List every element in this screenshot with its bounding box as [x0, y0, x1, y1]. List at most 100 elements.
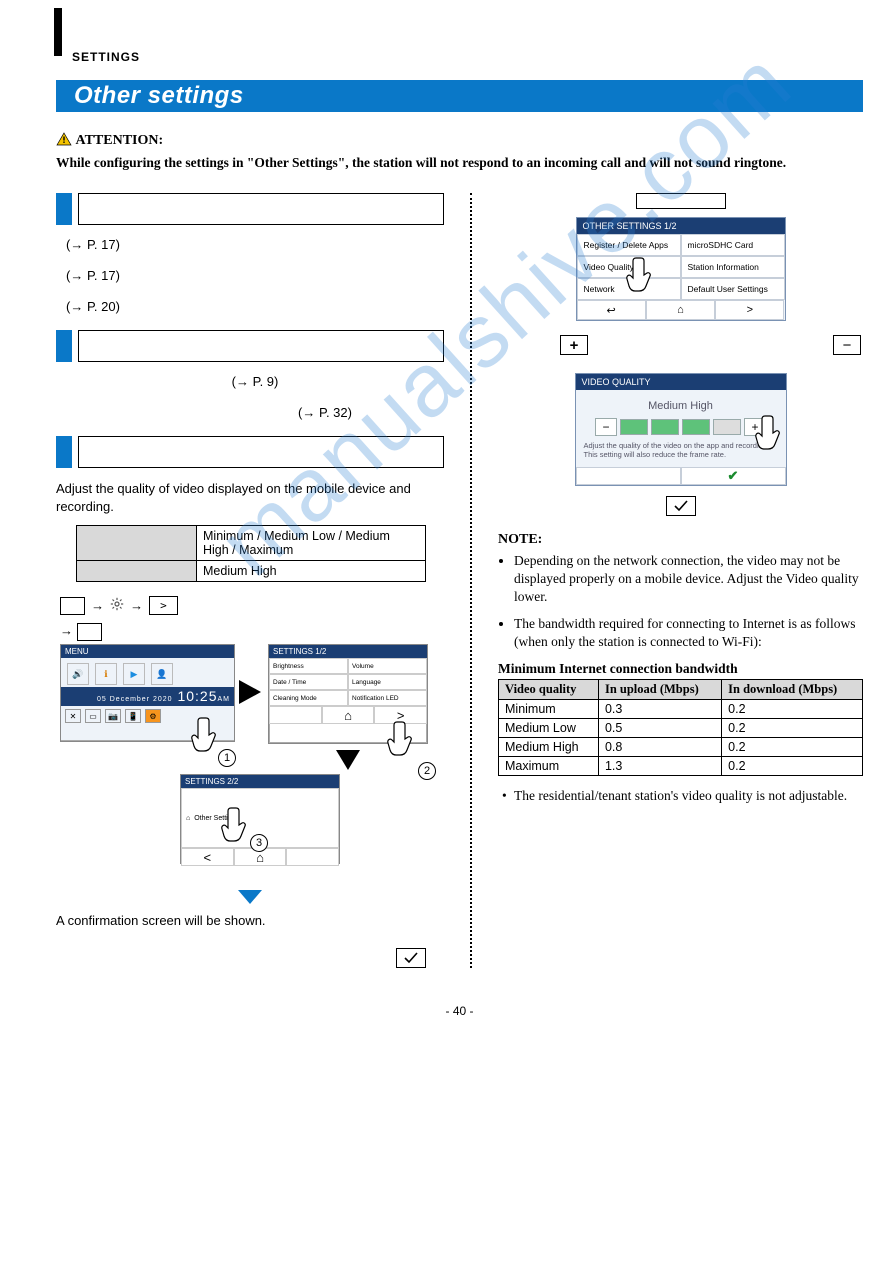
column-divider: [470, 193, 472, 968]
bandwidth-table: Video quality In upload (Mbps) In downlo…: [498, 679, 863, 776]
sub-heading-2: [56, 330, 444, 362]
page-ref-3: (→ P. 20): [66, 299, 444, 314]
note-item-2: The bandwidth required for connecting to…: [514, 615, 863, 651]
plus-icon-box: +: [560, 335, 588, 355]
section-tag: SETTINGS: [72, 20, 863, 64]
right-top-box: [636, 193, 726, 209]
minus-icon-box: −: [833, 335, 861, 355]
top-accent-bar: [54, 8, 62, 56]
play-icon: ▶: [123, 663, 145, 685]
video-quality-settings-table: Minimum / Medium Low / Medium High / Max…: [76, 525, 426, 582]
arrow-down-icon: [336, 750, 360, 770]
step-number-1: 1: [218, 749, 236, 767]
back-icon: [576, 467, 681, 485]
video-quality-intro: Adjust the quality of video displayed on…: [56, 480, 444, 515]
microsdhc-item: microSDHC Card: [681, 234, 785, 256]
bandwidth-table-title: Minimum Internet connection bandwidth: [498, 661, 863, 677]
camera-icon: 📷: [105, 709, 121, 723]
back-icon: ↩: [577, 300, 646, 320]
device-screens-diagram: MENU 🔊 ℹ ▶ 👤 05 December 2020 10:25AM ✕: [60, 644, 444, 884]
right-column: OTHER SETTINGS 1/2 Register / Delete App…: [498, 193, 863, 968]
default-user-settings-item: Default User Settings: [681, 278, 785, 300]
chevron-down-icon: [238, 890, 262, 904]
settings1-title: SETTINGS 1/2: [269, 645, 427, 658]
step-row: → → >: [60, 596, 444, 615]
note-item-1: Depending on the network connection, the…: [514, 552, 863, 607]
brightness-item: Brightness: [269, 658, 348, 674]
plus-minus-row: + −: [498, 335, 863, 355]
station-info-item: Station Information: [681, 256, 785, 278]
datetime-item: Date / Time: [269, 674, 348, 690]
clock-strip: 05 December 2020 10:25AM: [61, 687, 234, 706]
vq-seg-1: [620, 419, 648, 435]
register-delete-apps-item: Register / Delete Apps: [577, 234, 681, 256]
left-column: (→ P. 17) (→ P. 17) (→ P. 20) (→ P. 9) (…: [56, 193, 444, 968]
home-icon: ⌂: [646, 300, 715, 320]
account-icon: 👤: [151, 663, 173, 685]
note-title: NOTE:: [498, 532, 863, 548]
step-chip-2: [77, 623, 102, 641]
home-icon: ⌂: [322, 706, 375, 724]
note-final: The residential/tenant station's video q…: [498, 788, 863, 804]
bw-header-quality: Video quality: [499, 680, 599, 700]
step-number-2: 2: [418, 762, 436, 780]
vq-current-label: Medium High: [582, 396, 780, 418]
warning-icon: [56, 132, 72, 151]
sub-heading-1: [56, 193, 444, 225]
speaker-icon: 🔊: [67, 663, 89, 685]
step-chip-1: [60, 597, 85, 615]
vq-settings-label-cell: [77, 526, 197, 561]
bw-header-download: In download (Mbps): [722, 680, 863, 700]
other-settings-title: OTHER SETTINGS 1/2: [577, 218, 785, 234]
page-ref-1: (→ P. 17): [66, 237, 444, 252]
hand-pointer-icon: [754, 412, 790, 460]
settings2-title: SETTINGS 2/2: [181, 775, 339, 788]
page-ref-5: (→ P. 32): [206, 405, 444, 420]
gear-icon: ⚙: [145, 709, 161, 723]
attention-line: ATTENTION:: [56, 132, 863, 151]
minus-button: −: [595, 418, 617, 436]
note-list: Depending on the network connection, the…: [498, 552, 863, 651]
page-ref-4: (→ P. 9): [66, 374, 444, 389]
bw-header-upload: In upload (Mbps): [598, 680, 721, 700]
page-ref-2: (→ P. 17): [66, 268, 444, 283]
table-row: Medium High0.80.2: [499, 738, 863, 757]
language-item: Language: [348, 674, 427, 690]
table-row: Medium Low0.50.2: [499, 719, 863, 738]
video-quality-panel-mock: VIDEO QUALITY Medium High − + Adjust the…: [575, 373, 787, 486]
page-heading-text: Other settings: [56, 78, 863, 110]
vq-seg-2: [651, 419, 679, 435]
hand-pointer-icon: [386, 718, 422, 766]
table-row: Minimum0.30.2: [499, 700, 863, 719]
vq-desc: Adjust the quality of the video on the a…: [582, 436, 780, 461]
page-heading-ribbon: Other settings: [56, 78, 863, 114]
confirmation-text: A conﬁrmation screen will be shown.: [56, 912, 444, 930]
home-icon: ⌂: [186, 815, 190, 822]
page-number: - 40 -: [56, 1004, 863, 1018]
vq-default-value: Medium High: [197, 561, 426, 582]
cleaning-item: Cleaning Mode: [269, 690, 348, 706]
vq-panel-title: VIDEO QUALITY: [576, 374, 786, 390]
attention-label: ATTENTION:: [76, 133, 164, 148]
hand-pointer-icon: [625, 254, 661, 302]
arrow-right-icon: [239, 680, 261, 704]
check-icon-box: [396, 948, 426, 968]
ok-check-icon: ✔: [681, 467, 786, 485]
step-number-3: 3: [250, 834, 268, 852]
close-icon: ✕: [65, 709, 81, 723]
vq-seg-3: [682, 419, 710, 435]
next-icon: >: [715, 300, 784, 320]
info-icon: ℹ: [95, 663, 117, 685]
gear-icon: [110, 597, 124, 614]
vq-default-label-cell: [77, 561, 197, 582]
attention-text: While configuring the settings in "Other…: [56, 155, 863, 171]
vq-settings-value: Minimum / Medium Low / Medium High / Max…: [197, 526, 426, 561]
laptop-icon: ▭: [85, 709, 101, 723]
menu-title: MENU: [61, 645, 234, 658]
back-icon: [269, 706, 322, 724]
sub-heading-3: [56, 436, 444, 468]
next-icon-disabled: [286, 848, 339, 866]
volume-item: Volume: [348, 658, 427, 674]
table-row: Maximum1.30.2: [499, 757, 863, 776]
next-icon-chip: >: [149, 596, 178, 615]
